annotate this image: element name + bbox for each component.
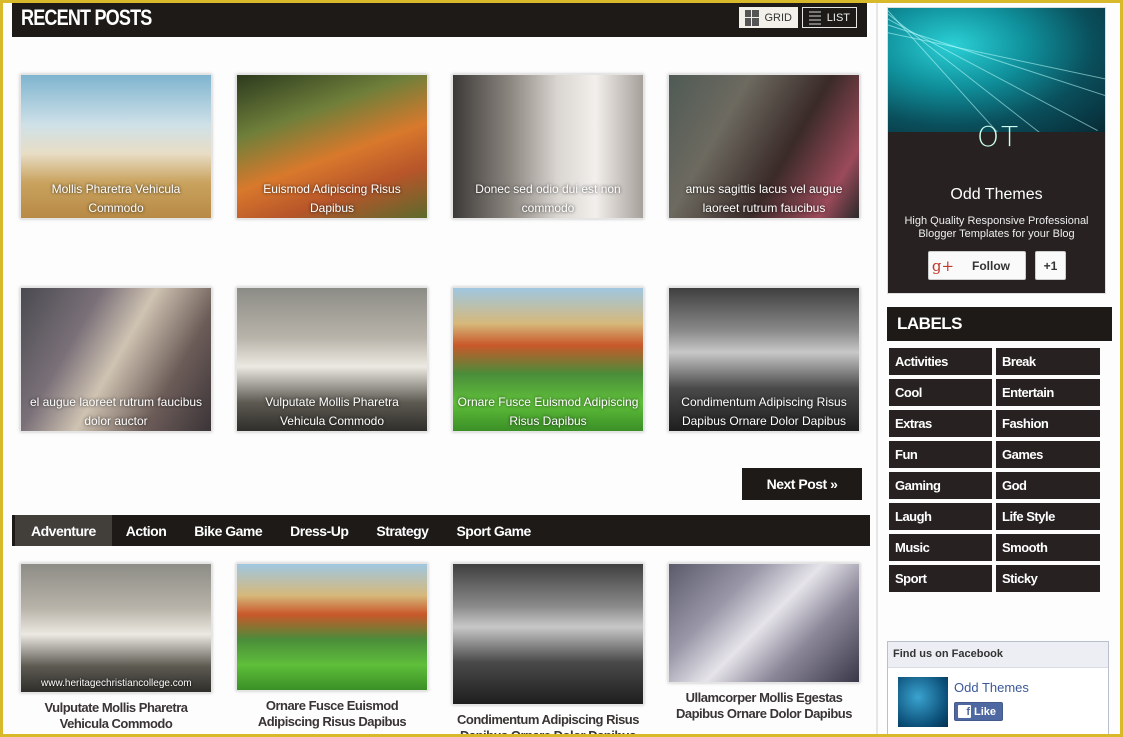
label-link[interactable]: Fashion — [996, 410, 1100, 437]
tab-strategy[interactable]: Strategy — [362, 515, 442, 546]
list-icon — [809, 10, 821, 25]
list-view-button[interactable]: LIST — [802, 7, 857, 28]
label-link[interactable]: Games — [996, 441, 1100, 468]
category-post-thumbnail[interactable]: www.heritagechristiancollege.com — [20, 563, 212, 693]
post-caption[interactable]: Euismod Adipiscing Risus Dapibus — [241, 180, 423, 218]
label-link[interactable]: Cool — [889, 379, 992, 406]
gplus-follow-button[interactable]: g+ Follow — [928, 251, 1026, 280]
facebook-like-button[interactable]: f Like — [954, 702, 1003, 721]
grid-view-button[interactable]: GRID — [739, 7, 798, 28]
label-link[interactable]: God — [996, 472, 1100, 499]
post-caption[interactable]: Ornare Fusce Euismod Adipiscing Risus Da… — [457, 393, 639, 431]
post-card[interactable]: Donec sed odio dui est non commodo — [452, 74, 644, 219]
plus-one-button[interactable]: +1 — [1035, 251, 1066, 280]
tab-dress-up[interactable]: Dress-Up — [276, 515, 362, 546]
facebook-page-name[interactable]: Odd Themes — [954, 680, 1029, 695]
profile-widget: OT Odd Themes High Quality Responsive Pr… — [887, 7, 1106, 294]
post-caption[interactable]: Mollis Pharetra Vehicula Commodo — [25, 180, 207, 218]
label-link[interactable]: Music — [889, 534, 992, 561]
label-link[interactable]: Extras — [889, 410, 992, 437]
post-card[interactable]: el augue laoreet rutrum faucibus dolor a… — [20, 287, 212, 432]
profile-name: Odd Themes — [950, 186, 1043, 203]
post-caption[interactable]: Condimentum Adipiscing Risus Dapibus Orn… — [673, 393, 855, 431]
list-view-label: LIST — [826, 11, 850, 24]
post-card[interactable]: Condimentum Adipiscing Risus Dapibus Orn… — [668, 287, 860, 432]
tab-sport-game[interactable]: Sport Game — [442, 515, 544, 546]
label-link[interactable]: Laugh — [889, 503, 992, 530]
post-card[interactable]: Euismod Adipiscing Risus Dapibus — [236, 74, 428, 219]
grid-view-label: GRID — [764, 11, 793, 24]
category-post-title[interactable]: Vulputate Mollis Pharetra Vehicula Commo… — [20, 700, 212, 732]
tab-bike-game[interactable]: Bike Game — [180, 515, 276, 546]
category-post-title[interactable]: Ullamcorper Mollis Egestas Dapibus Ornar… — [668, 690, 860, 722]
labels-list: Activities Break Cool Entertain Extras F… — [889, 348, 1101, 592]
post-card[interactable]: amus sagittis lacus vel augue laoreet ru… — [668, 74, 860, 219]
post-card[interactable]: Ornare Fusce Euismod Adipiscing Risus Da… — [452, 287, 644, 432]
facebook-icon: f — [958, 705, 971, 718]
follow-label: Follow — [972, 258, 1010, 273]
label-link[interactable]: Life Style — [996, 503, 1100, 530]
tab-adventure[interactable]: Adventure — [15, 515, 112, 546]
post-caption[interactable]: el augue laoreet rutrum faucibus dolor a… — [25, 393, 207, 431]
label-link[interactable]: Entertain — [996, 379, 1100, 406]
post-card[interactable]: Mollis Pharetra Vehicula Commodo — [20, 74, 212, 219]
category-post[interactable]: www.heritagechristiancollege.com Vulputa… — [20, 563, 212, 732]
tab-action[interactable]: Action — [112, 515, 181, 546]
label-link[interactable]: Smooth — [996, 534, 1100, 561]
recent-posts-header: RECENT POSTS GRID LIST — [12, 0, 867, 37]
profile-banner — [888, 8, 1105, 132]
profile-description: High Quality Responsive Professional Blo… — [904, 215, 1089, 240]
category-tabs: Adventure Action Bike Game Dress-Up Stra… — [12, 515, 870, 546]
facebook-page-thumbnail[interactable] — [898, 677, 948, 727]
sidebar-divider — [876, 0, 878, 737]
post-card[interactable]: Vulputate Mollis Pharetra Vehicula Commo… — [236, 287, 428, 432]
post-caption[interactable]: Donec sed odio dui est non commodo — [457, 180, 639, 218]
label-link[interactable]: Gaming — [889, 472, 992, 499]
google-plus-icon: g+ — [931, 256, 955, 275]
label-link[interactable]: Sport — [889, 565, 992, 592]
category-post-thumbnail[interactable] — [668, 563, 860, 683]
watermark-text: www.heritagechristiancollege.com — [41, 678, 192, 689]
main-column: RECENT POSTS GRID LIST Mollis Pharetra V… — [12, 0, 870, 737]
labels-heading: LABELS — [887, 307, 1112, 341]
label-link[interactable]: Break — [996, 348, 1100, 375]
label-link[interactable]: Sticky — [996, 565, 1100, 592]
facebook-widget-header: Find us on Facebook — [888, 642, 1108, 668]
category-post-title[interactable]: Condimentum Adipiscing Risus Dapibus Orn… — [452, 712, 644, 737]
label-link[interactable]: Fun — [889, 441, 992, 468]
post-caption[interactable]: Vulputate Mollis Pharetra Vehicula Commo… — [241, 393, 423, 431]
recent-posts-title: RECENT POSTS — [21, 5, 152, 30]
facebook-widget: Find us on Facebook Odd Themes f Like — [887, 641, 1109, 737]
category-post[interactable]: Ornare Fusce Euismod Adipiscing Risus Da… — [236, 563, 428, 730]
next-post-button[interactable]: Next Post » — [742, 468, 862, 500]
post-caption[interactable]: amus sagittis lacus vel augue laoreet ru… — [673, 180, 855, 218]
odd-themes-logo: OT — [977, 120, 1021, 153]
like-label: Like — [974, 705, 997, 718]
grid-icon — [745, 9, 759, 26]
category-post[interactable]: Condimentum Adipiscing Risus Dapibus Orn… — [452, 563, 644, 737]
category-post-title[interactable]: Ornare Fusce Euismod Adipiscing Risus Da… — [236, 698, 428, 730]
category-post[interactable]: Ullamcorper Mollis Egestas Dapibus Ornar… — [668, 563, 860, 722]
category-post-thumbnail[interactable] — [236, 563, 428, 691]
category-post-thumbnail[interactable] — [452, 563, 644, 705]
label-link[interactable]: Activities — [889, 348, 992, 375]
